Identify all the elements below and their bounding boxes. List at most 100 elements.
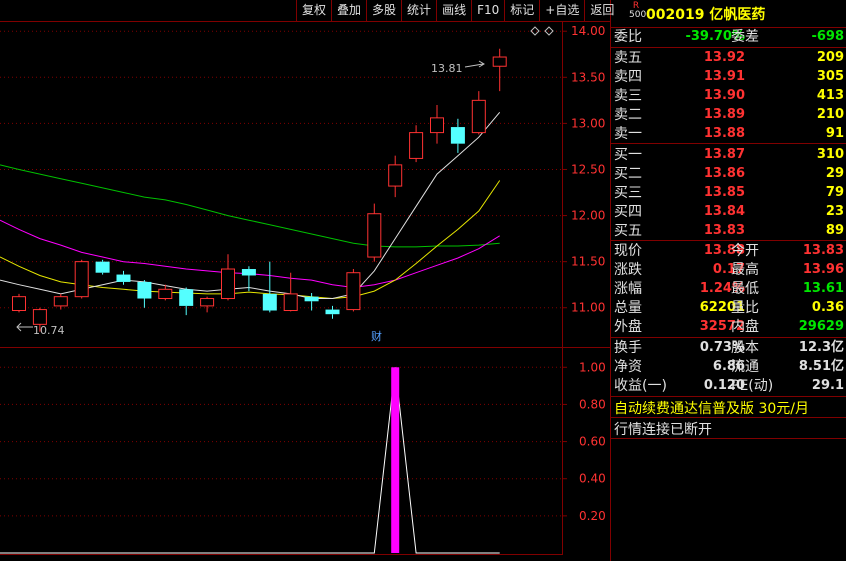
high-price-label: 13.81: [431, 62, 463, 75]
price-tick-label: 11.50: [571, 255, 605, 269]
candle-up[interactable]: [283, 293, 298, 312]
ask-volume: 210: [816, 107, 844, 122]
bid-volume: 89: [825, 223, 844, 238]
ask-label: 卖四: [614, 69, 642, 85]
ma-green-line: [0, 164, 500, 248]
ask-price[interactable]: 13.90: [704, 86, 745, 106]
weibi-row: 委比 -39.70% 委差 -698: [611, 27, 846, 47]
bid-price[interactable]: 13.86: [704, 164, 745, 184]
bid-row: 买五 13.83 89: [611, 221, 846, 241]
toolbar-button-0[interactable]: 复权: [296, 0, 331, 21]
candle-up[interactable]: [74, 261, 89, 298]
ask-row: 卖四 13.91 305: [611, 67, 846, 87]
finance-label: 净资: [614, 359, 642, 375]
finance-label: 收益(一): [614, 378, 667, 394]
candle-up[interactable]: [471, 99, 486, 134]
price-tick-label: 12.00: [571, 209, 605, 223]
bid-price[interactable]: 13.83: [704, 221, 745, 241]
stat-value: 13.83: [802, 243, 844, 258]
stat-label: 外盘: [614, 319, 642, 335]
bid-volume: 310: [816, 147, 844, 162]
stat-label: 内盘: [731, 319, 759, 335]
stock-code-name[interactable]: 002019 亿帆医药: [646, 4, 765, 24]
divider: [611, 143, 846, 144]
ask-row: 卖二 13.89 210: [611, 105, 846, 125]
finance-row: 收益(一) 0.120 PE(动) 29.1: [611, 376, 846, 396]
bid-volume: 23: [825, 204, 844, 219]
candle-up[interactable]: [388, 164, 403, 187]
candle-up[interactable]: [200, 298, 215, 307]
financial-report-marker[interactable]: 财: [371, 329, 382, 343]
candle-down[interactable]: [116, 274, 131, 282]
stat-label: 最低: [731, 281, 759, 297]
stat-label: 最高: [731, 262, 759, 278]
candle-down[interactable]: [304, 296, 319, 302]
finance-value: 8.51亿: [798, 359, 844, 374]
candle-up[interactable]: [492, 56, 507, 67]
candle-down[interactable]: [95, 261, 110, 273]
ask-price[interactable]: 13.91: [704, 67, 745, 87]
price-tick-label: 13.00: [571, 116, 605, 130]
ask-row: 卖三 13.90 413: [611, 86, 846, 106]
candle-up[interactable]: [346, 272, 361, 311]
stock-name: 亿帆医药: [709, 7, 766, 23]
stat-row: 外盘 32572 内盘 29629: [611, 317, 846, 337]
toolbar-button-2[interactable]: 多股: [366, 0, 401, 21]
stat-label: 今开: [731, 243, 759, 259]
candle-up[interactable]: [158, 288, 173, 300]
stat-row: 涨跌 0.17 最高 13.96: [611, 260, 846, 280]
toolbar-button-5[interactable]: F10: [471, 0, 504, 21]
kline-chart-area[interactable]: 14.00 13.50 13.00 12.50 12.00 11.50 11.00 13.81…: [0, 0, 611, 561]
bid-price[interactable]: 13.85: [704, 183, 745, 203]
signal-line: [0, 367, 500, 554]
divider: [611, 396, 846, 397]
toolbar-button-6[interactable]: 标记: [504, 0, 539, 21]
candle-up[interactable]: [367, 213, 382, 258]
bid-label: 买三: [614, 185, 642, 201]
finance-value: 12.3亿: [798, 340, 844, 355]
toolbar-button-3[interactable]: 统计: [401, 0, 436, 21]
ask-volume: 91: [825, 126, 844, 141]
candle-down[interactable]: [325, 309, 340, 315]
candle-down[interactable]: [179, 289, 194, 306]
bid-price[interactable]: 13.84: [704, 202, 745, 222]
toolbar-button-7[interactable]: +自选: [539, 0, 584, 21]
ask-volume: 209: [816, 50, 844, 65]
candle-down[interactable]: [262, 293, 277, 311]
ask-label: 卖五: [614, 50, 642, 66]
bid-price[interactable]: 13.87: [704, 145, 745, 165]
ask-price[interactable]: 13.92: [704, 48, 745, 68]
candle-down[interactable]: [450, 127, 465, 144]
quote-panel: R 500 002019 亿帆医药 委比 -39.70% 委差 -698 卖五 13.92 2…: [611, 0, 846, 561]
ask-price[interactable]: 13.88: [704, 124, 745, 144]
finance-label: PE(动): [731, 378, 774, 394]
candle-up[interactable]: [12, 296, 26, 312]
bid-label: 买四: [614, 204, 642, 220]
candle-up[interactable]: [32, 309, 47, 325]
ask-price[interactable]: 13.89: [704, 105, 745, 125]
toolbar-button-4[interactable]: 画线: [436, 0, 471, 21]
finance-label: 股本: [731, 340, 759, 356]
bid-volume: 29: [825, 166, 844, 181]
bid-volume: 79: [825, 185, 844, 200]
arrow-right-icon: [464, 60, 485, 68]
promo-text[interactable]: 自动续费通达信普及版 30元/月: [614, 398, 809, 418]
candle-up[interactable]: [221, 268, 235, 300]
candle-down[interactable]: [241, 269, 256, 276]
stat-value: 0.36: [811, 300, 844, 315]
bid-row: 买二 13.86 29: [611, 164, 846, 184]
stock-title-bar: R 500 002019 亿帆医药: [611, 0, 846, 28]
r500-badge: R 500: [629, 2, 646, 20]
candle-down[interactable]: [137, 281, 152, 299]
signal-bar[interactable]: [391, 367, 400, 553]
candle-up[interactable]: [409, 132, 424, 159]
candle-up[interactable]: [53, 296, 68, 307]
sub-tick-label: 0.80: [579, 397, 606, 411]
sub-tick-label: 1.00: [579, 360, 606, 374]
stat-row: 总量 62201 量比 0.36: [611, 298, 846, 318]
stat-label: 涨跌: [614, 262, 642, 278]
candle-up[interactable]: [430, 117, 444, 134]
price-tick-label: 12.50: [571, 162, 605, 176]
toolbar-button-1[interactable]: 叠加: [331, 0, 366, 21]
chart-toolbar: 复权 叠加 多股 统计 画线 F10 标记 +自选 返回: [296, 0, 619, 21]
